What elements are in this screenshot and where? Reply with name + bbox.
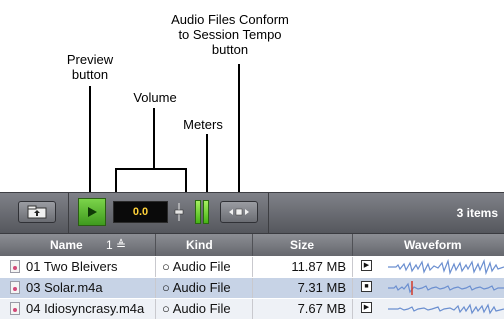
audio-file-icon (10, 281, 20, 294)
callout-audio-files-conform: Audio Files Conform to Session Tempo butto… (130, 12, 330, 57)
play-icon (88, 207, 97, 217)
audio-file-icon (10, 302, 20, 315)
column-divider (155, 299, 156, 319)
leader-line-meters (206, 134, 208, 196)
folder-up-button[interactable] (18, 201, 56, 223)
column-divider (352, 257, 353, 277)
row-name: 04 Idiosyncrasy.m4a (26, 301, 145, 316)
column-header-row: Name 1 ≜ Kind Size Waveform (0, 234, 504, 256)
row-kind-text: Audio File (172, 301, 231, 316)
meter-left (195, 200, 201, 224)
browser-toolbar: 0.0 3 items (0, 192, 504, 234)
table-row[interactable]: 01 Two Bleivers ○ Audio File 11.87 MB ▶ (0, 257, 504, 277)
column-divider (352, 278, 353, 298)
callout-meters: Meters (183, 117, 223, 132)
callout-line: button (71, 67, 109, 82)
meter-right (203, 200, 209, 224)
play-waveform-button[interactable]: ▶ (361, 260, 372, 271)
meters (195, 200, 209, 224)
toolbar-divider (268, 193, 269, 233)
column-header-waveform[interactable]: Waveform (404, 238, 462, 252)
waveform-display[interactable] (388, 301, 504, 317)
table-row[interactable]: 04 Idiosyncrasy.m4a ○ Audio File 7.67 MB… (0, 299, 504, 319)
waveform-display[interactable] (388, 280, 504, 296)
callout-line: button (211, 42, 249, 57)
callout-preview: Preview button (40, 52, 140, 82)
callout-volume: Volume (133, 90, 177, 105)
volume-field[interactable]: 0.0 (113, 201, 168, 223)
leader-line-conform (238, 64, 240, 196)
callout-line: to Session Tempo (178, 27, 282, 42)
row-name: 01 Two Bleivers (26, 259, 118, 274)
row-kind: ○ Audio File (162, 259, 231, 274)
toolbar-divider (68, 193, 69, 233)
audio-file-icon (10, 260, 20, 273)
sort-indicator[interactable]: 1 ≜ (106, 238, 126, 252)
row-size: 7.31 MB (297, 280, 346, 295)
conform-to-session-tempo-button[interactable] (220, 201, 258, 223)
row-kind-text: Audio File (172, 259, 231, 274)
row-kind: ○ Audio File (162, 301, 231, 316)
items-count: 3 items (456, 206, 498, 220)
leader-line-volume-left (115, 168, 117, 194)
column-divider (352, 299, 353, 319)
row-kind-text: Audio File (172, 280, 231, 295)
conform-tempo-icon (229, 208, 249, 216)
column-divider (155, 257, 156, 277)
column-header-size[interactable]: Size (290, 238, 314, 252)
leader-line-volume-right (185, 168, 187, 194)
callout-line: Audio Files Conform (171, 12, 289, 27)
stop-waveform-button[interactable]: ■ (361, 281, 372, 292)
folder-up-icon (27, 205, 47, 219)
column-header-name[interactable]: Name (50, 238, 83, 252)
volume-slider[interactable] (172, 201, 186, 223)
row-size: 7.67 MB (297, 301, 346, 316)
leader-line-volume-stem (153, 108, 155, 168)
callout-line: Preview (66, 52, 114, 67)
volume-slider-icon (174, 203, 184, 221)
preview-button[interactable] (78, 198, 106, 226)
play-waveform-button[interactable]: ▶ (361, 302, 372, 313)
column-divider (155, 278, 156, 298)
column-header-kind[interactable]: Kind (186, 238, 213, 252)
row-name: 03 Solar.m4a (26, 280, 103, 295)
row-size: 11.87 MB (291, 259, 346, 274)
waveform-display[interactable] (388, 259, 504, 275)
leader-line-preview (89, 86, 91, 196)
column-divider (252, 234, 253, 256)
leader-line-volume-bar (115, 168, 187, 170)
column-divider (352, 234, 353, 256)
table-row[interactable]: 03 Solar.m4a ○ Audio File 7.31 MB ■ (0, 278, 504, 298)
column-divider (155, 234, 156, 256)
row-kind: ○ Audio File (162, 280, 231, 295)
